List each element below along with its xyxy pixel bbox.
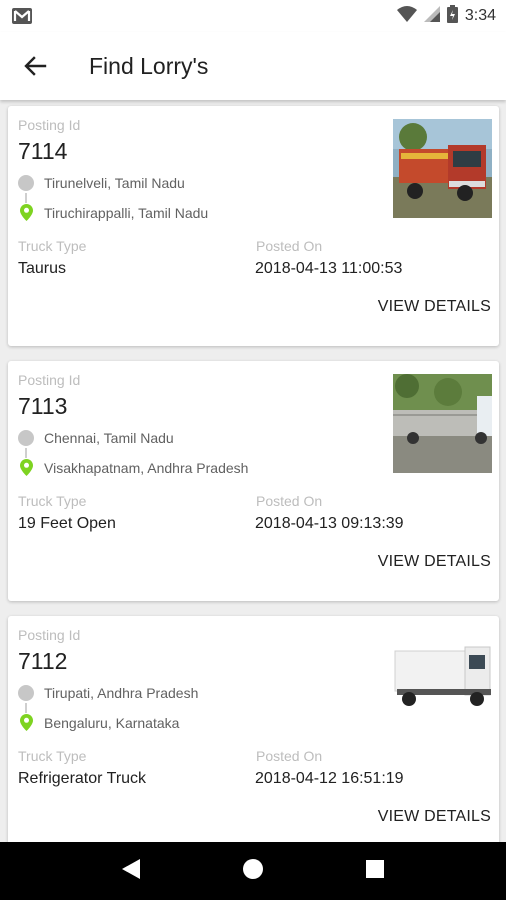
origin-row: Tirupati, Andhra Pradesh (18, 683, 198, 703)
arrow-back-icon (24, 56, 47, 76)
back-button[interactable] (0, 32, 70, 100)
status-time: 3:34 (464, 7, 496, 24)
posting-id: 7114 (18, 138, 68, 164)
posting-card[interactable]: Posting Id 7113 Chennai, Tamil Nadu Visa… (8, 361, 499, 601)
nav-recents-icon[interactable] (366, 859, 385, 883)
destination-location: Tiruchirappalli, Tamil Nadu (44, 205, 209, 221)
truck-thumbnail (393, 629, 492, 728)
nav-home-icon[interactable] (242, 858, 263, 884)
posted-on-value: 2018-04-12 16:51:19 (255, 770, 404, 787)
location-pin-icon (18, 459, 34, 477)
posting-card[interactable]: Posting Id 7114 Tirunelveli, Tamil Nadu … (8, 106, 499, 346)
origin-dot-icon (18, 175, 34, 191)
destination-row: Tiruchirappalli, Tamil Nadu (18, 203, 208, 223)
route-connector (25, 703, 27, 713)
truck-type-label: Truck Type (18, 493, 87, 509)
route-connector (25, 448, 27, 458)
truck-thumbnail (393, 374, 492, 473)
origin-location: Tirupati, Andhra Pradesh (44, 685, 199, 701)
posted-on-label: Posted On (256, 238, 323, 254)
view-details-button[interactable]: VIEW DETAILS (378, 553, 491, 571)
posted-on-value: 2018-04-13 09:13:39 (255, 515, 404, 532)
destination-location: Visakhapatnam, Andhra Pradesh (44, 460, 249, 476)
posting-id: 7113 (18, 393, 68, 419)
posting-id-label: Posting Id (18, 627, 81, 643)
posting-id-label: Posting Id (18, 117, 81, 133)
origin-dot-icon (18, 430, 34, 446)
app-bar: Find Lorry's (0, 32, 506, 100)
truck-type-value: 19 Feet Open (18, 515, 116, 532)
nav-back-icon[interactable] (121, 858, 140, 884)
destination-row: Bengaluru, Karnataka (18, 713, 179, 733)
status-bar: 3:34 (0, 0, 506, 32)
posting-id: 7112 (18, 648, 68, 674)
posting-card[interactable]: Posting Id 7112 Tirupati, Andhra Pradesh… (8, 616, 499, 842)
origin-row: Chennai, Tamil Nadu (18, 428, 174, 448)
location-pin-icon (18, 714, 34, 732)
cell-signal-icon (423, 5, 440, 27)
system-nav-bar (0, 842, 506, 900)
destination-location: Bengaluru, Karnataka (44, 715, 180, 731)
truck-type-label: Truck Type (18, 748, 87, 764)
posting-list[interactable]: Posting Id 7114 Tirunelveli, Tamil Nadu … (0, 100, 506, 842)
posted-on-value: 2018-04-13 11:00:53 (255, 260, 403, 277)
truck-type-value: Refrigerator Truck (18, 770, 147, 787)
truck-thumbnail (393, 119, 492, 218)
view-details-button[interactable]: VIEW DETAILS (378, 808, 491, 826)
battery-icon (446, 4, 458, 28)
truck-type-value: Taurus (18, 260, 67, 277)
origin-location: Chennai, Tamil Nadu (44, 430, 174, 446)
posting-id-label: Posting Id (18, 372, 81, 388)
wifi-icon (396, 5, 417, 27)
posted-on-label: Posted On (256, 493, 323, 509)
truck-type-label: Truck Type (18, 238, 87, 254)
origin-dot-icon (18, 685, 34, 701)
view-details-button[interactable]: VIEW DETAILS (378, 298, 491, 316)
page-title: Find Lorry's (89, 52, 209, 79)
posted-on-label: Posted On (256, 748, 323, 764)
gmail-notification-icon (12, 8, 32, 24)
destination-row: Visakhapatnam, Andhra Pradesh (18, 458, 248, 478)
origin-location: Tirunelveli, Tamil Nadu (44, 175, 185, 191)
location-pin-icon (18, 204, 34, 222)
route-connector (25, 193, 27, 203)
origin-row: Tirunelveli, Tamil Nadu (18, 173, 185, 193)
